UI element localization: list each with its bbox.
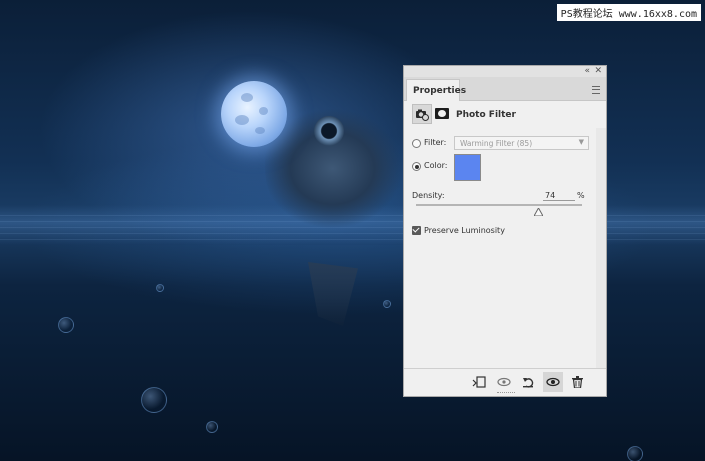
panel-menu-icon[interactable] xyxy=(592,86,600,94)
preserve-luminosity-label: Preserve Luminosity xyxy=(424,226,505,235)
clip-to-layer-icon[interactable] xyxy=(472,375,486,389)
visibility-eye-icon[interactable] xyxy=(543,372,563,392)
fish-fin xyxy=(308,262,358,326)
tab-properties[interactable]: Properties xyxy=(406,79,466,101)
bubble xyxy=(206,421,218,433)
properties-panel: « ✕ Properties Photo Filter Filter: Warm… xyxy=(403,65,607,397)
panel-footer-toolbar xyxy=(404,368,606,396)
filter-dropdown[interactable]: Warming Filter (85) ▼ xyxy=(454,136,589,150)
bubble xyxy=(58,317,74,333)
site-watermark: PS教程论坛 www.16xx8.com xyxy=(556,4,701,21)
view-previous-state-icon[interactable] xyxy=(497,375,511,389)
density-value-field[interactable]: 74 xyxy=(543,191,575,201)
density-label: Density: xyxy=(412,191,445,200)
adjustment-title: Photo Filter xyxy=(456,110,516,120)
collapse-icon[interactable]: « xyxy=(584,66,590,77)
reset-icon[interactable] xyxy=(521,375,535,389)
adjustment-header: Photo Filter xyxy=(404,102,606,128)
color-swatch[interactable] xyxy=(454,154,481,181)
bubble xyxy=(156,284,164,292)
fish-eye xyxy=(314,116,344,146)
filter-dropdown-value: Warming Filter (85) xyxy=(460,139,533,148)
panel-title-bar[interactable]: « ✕ xyxy=(404,66,606,77)
scrollbar[interactable] xyxy=(596,128,606,368)
resize-grip[interactable] xyxy=(497,392,515,395)
chevron-down-icon: ▼ xyxy=(578,138,584,146)
filter-radio[interactable] xyxy=(412,139,421,148)
trash-icon[interactable] xyxy=(570,375,584,389)
color-label: Color: xyxy=(424,161,448,170)
bubble xyxy=(141,387,167,413)
color-radio[interactable] xyxy=(412,162,421,171)
adjustment-settings: Filter: Warming Filter (85) ▼ Color: Den… xyxy=(404,128,596,368)
layer-mask-icon[interactable] xyxy=(435,108,449,119)
tab-strip: Properties xyxy=(404,77,606,101)
density-slider-thumb[interactable] xyxy=(534,208,544,216)
photo-filter-adjustment-icon[interactable] xyxy=(412,104,432,124)
filter-label: Filter: xyxy=(424,138,447,147)
bubble xyxy=(383,300,391,308)
density-unit: % xyxy=(577,191,585,200)
preserve-luminosity-checkbox[interactable] xyxy=(412,226,421,235)
close-icon[interactable]: ✕ xyxy=(594,66,602,77)
density-slider-track[interactable] xyxy=(416,204,582,206)
bubble xyxy=(627,446,643,461)
fish xyxy=(265,86,415,236)
moon xyxy=(221,81,287,147)
